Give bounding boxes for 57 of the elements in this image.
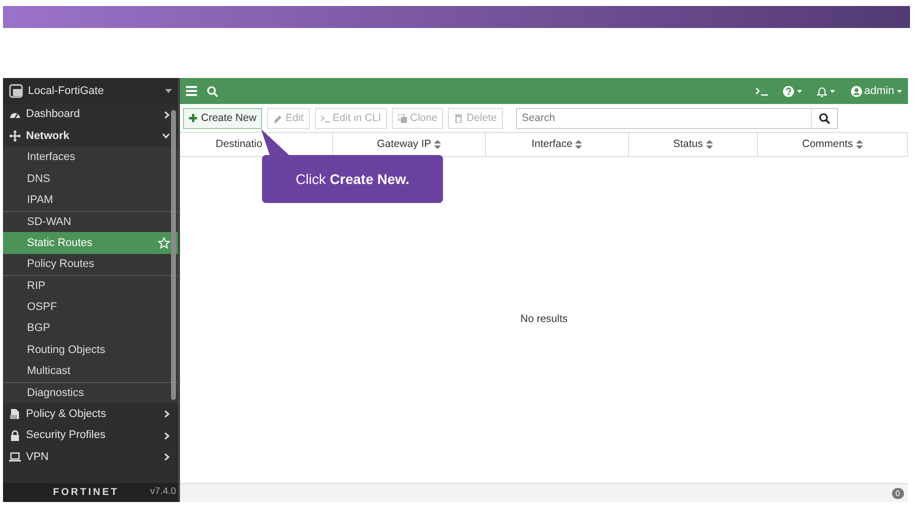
nav-subitem[interactable]: Interfaces xyxy=(3,146,178,168)
search-icon xyxy=(819,113,830,124)
nav-subitem[interactable]: Diagnostics xyxy=(3,382,178,404)
document-icon xyxy=(9,408,21,420)
search-field[interactable]: Search xyxy=(516,108,838,129)
sort-icon[interactable] xyxy=(434,140,442,149)
nav-subitem[interactable]: RIP xyxy=(3,275,178,297)
sort-icon[interactable] xyxy=(856,140,863,149)
nav-subitem[interactable]: Policy Routes xyxy=(3,254,178,276)
copy-icon xyxy=(398,114,407,123)
nav-item[interactable]: Network xyxy=(26,128,157,144)
column-header[interactable]: Status xyxy=(673,136,703,152)
nav-item[interactable]: Policy & Objects xyxy=(26,406,159,422)
star-icon[interactable] xyxy=(158,237,170,250)
laptop-icon xyxy=(9,450,21,463)
caret-icon[interactable] xyxy=(830,90,836,92)
column-header[interactable]: Destinatio xyxy=(216,136,262,152)
plus-icon xyxy=(189,114,198,123)
nav-subitem[interactable]: IPAM xyxy=(3,190,178,211)
nav-subitem[interactable]: Multicast xyxy=(3,360,178,382)
count-badge: 0 xyxy=(892,488,904,498)
lock-icon xyxy=(9,430,21,442)
bell-icon[interactable] xyxy=(817,86,828,96)
column-header[interactable]: Interface xyxy=(532,136,572,152)
column-header[interactable]: Gateway IP xyxy=(376,136,432,152)
nav-subitem[interactable]: SD-WAN xyxy=(3,210,178,232)
search-icon[interactable] xyxy=(207,86,218,96)
user-icon[interactable] xyxy=(850,86,862,96)
trash-icon xyxy=(454,114,464,123)
sort-icon[interactable] xyxy=(706,140,713,149)
column-header[interactable]: Comments xyxy=(802,136,853,152)
empty-message: No results xyxy=(520,312,568,328)
nav-item[interactable]: VPN xyxy=(26,448,159,466)
nav-subitem[interactable]: OSPF xyxy=(3,296,178,318)
caret-icon[interactable] xyxy=(165,89,172,93)
callout-text: Click Create New. xyxy=(296,170,410,188)
terminal-icon xyxy=(320,114,330,123)
menu-icon[interactable] xyxy=(186,86,197,96)
caret-icon[interactable] xyxy=(897,90,902,92)
terminal-icon[interactable] xyxy=(756,86,768,96)
help-icon[interactable] xyxy=(783,86,794,96)
pencil-icon xyxy=(273,114,282,123)
nav-subitem[interactable]: Static Routes xyxy=(3,232,178,254)
nav-subitem[interactable]: DNS xyxy=(3,168,178,190)
nav-item[interactable]: Dashboard xyxy=(26,106,159,123)
version-label: v7.4.0 xyxy=(150,485,176,500)
logo: FORTINET xyxy=(53,486,119,500)
sort-icon[interactable] xyxy=(575,140,582,149)
nav-subitem[interactable]: BGP xyxy=(3,318,178,340)
move-icon xyxy=(9,130,21,142)
device-icon xyxy=(9,84,24,98)
user-menu[interactable]: admin xyxy=(864,82,894,100)
nav-subitem[interactable]: Routing Objects xyxy=(3,339,178,361)
scrollbar[interactable] xyxy=(171,110,176,400)
nav-item[interactable]: Security Profiles xyxy=(26,427,159,444)
toolbar-button[interactable]: Create New xyxy=(183,108,262,129)
caret-icon[interactable] xyxy=(796,90,802,92)
